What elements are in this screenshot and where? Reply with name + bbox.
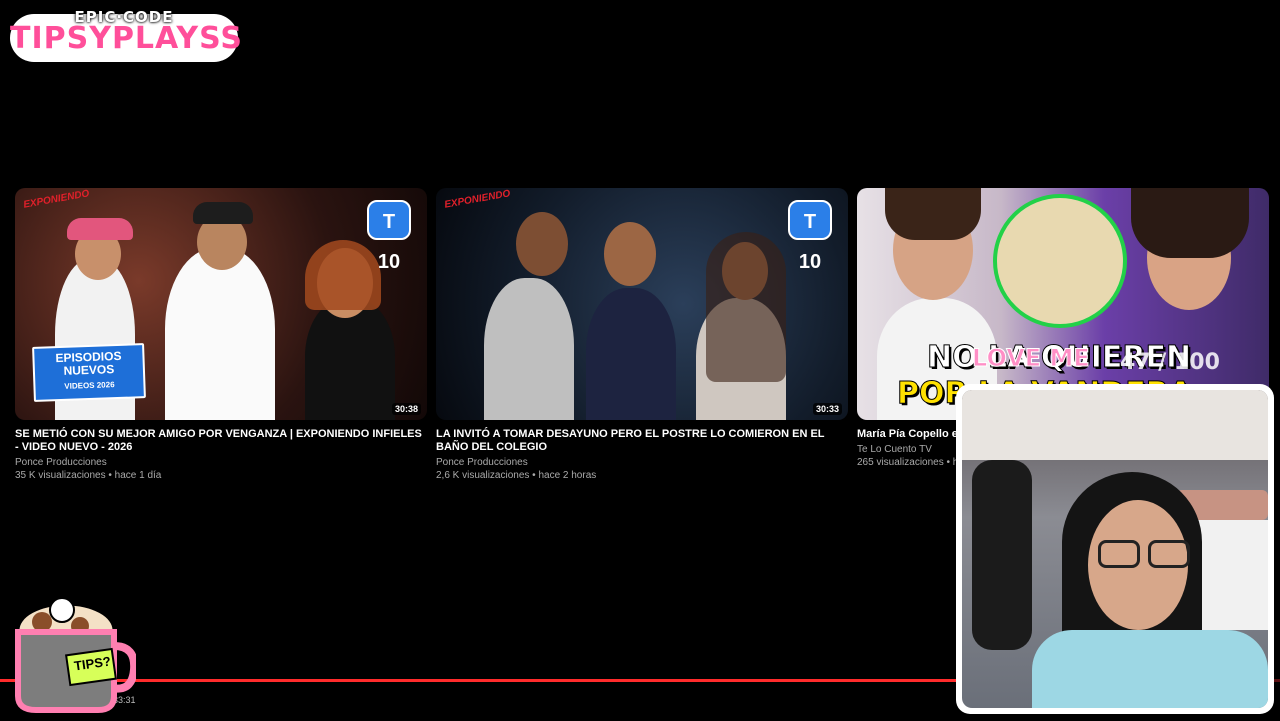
t10-badge: T 10 bbox=[788, 200, 832, 273]
video-progress-fill bbox=[0, 679, 960, 682]
video-card-1[interactable]: EXPONIENDO T 10 EPISODIOS NUEVOS VIDEOS … bbox=[15, 188, 427, 481]
video-card-2[interactable]: EXPONIENDO T 10 30:33 LA INVITÓ A TOMAR … bbox=[436, 188, 848, 481]
video-title[interactable]: SE METIÓ CON SU MEJOR AMIGO POR VENGANZA… bbox=[15, 428, 427, 454]
thumbnail-brand-tag: EXPONIENDO bbox=[443, 188, 512, 211]
t10-badge: T 10 bbox=[367, 200, 411, 273]
love-me-overlay: LOVE ME bbox=[972, 344, 1091, 373]
video-duration: 30:38 bbox=[391, 403, 421, 415]
logo-main-text: TIPSYPLAYSS bbox=[10, 21, 243, 56]
video-thumbnail-2[interactable]: EXPONIENDO T 10 30:33 bbox=[436, 188, 848, 420]
channel-name[interactable]: Ponce Producciones bbox=[15, 457, 427, 468]
video-meta: 35 K visualizaciones • hace 1 día bbox=[15, 470, 162, 481]
goal-counter: 47 / 100 bbox=[1120, 350, 1220, 375]
channel-name[interactable]: Ponce Producciones bbox=[436, 457, 848, 468]
webcam-feed bbox=[962, 390, 1268, 708]
video-duration: 30:33 bbox=[812, 403, 842, 415]
episodios-nuevos-label: EPISODIOS NUEVOS VIDEOS 2026 bbox=[32, 343, 146, 402]
video-title[interactable]: LA INVITÓ A TOMAR DESAYUNO PERO EL POSTR… bbox=[436, 428, 848, 454]
mascot-mug-icon: TIPS? bbox=[6, 570, 139, 716]
webcam-frame bbox=[956, 384, 1274, 714]
thumbnail-brand-tag: EXPONIENDO bbox=[22, 188, 91, 211]
channel-logo: EPIC·CODE TIPSYPLAYSS bbox=[10, 8, 243, 62]
video-thumbnail-1[interactable]: EXPONIENDO T 10 EPISODIOS NUEVOS VIDEOS … bbox=[15, 188, 427, 420]
video-meta: 2,6 K visualizaciones • hace 2 horas bbox=[436, 470, 597, 481]
